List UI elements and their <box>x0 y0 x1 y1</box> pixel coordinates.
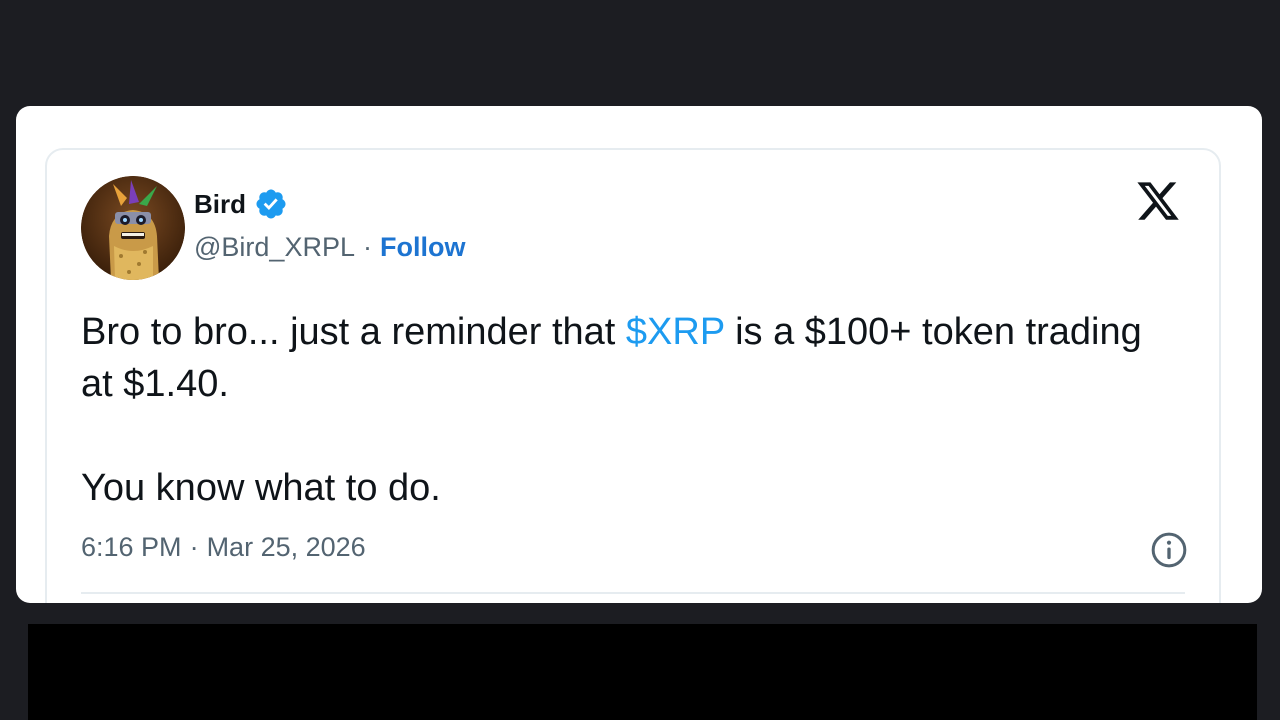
author-display-name[interactable]: Bird <box>194 189 246 220</box>
tweet-time: 6:16 PM <box>81 532 182 562</box>
author-handle-row: @Bird_XRPL · Follow <box>194 232 465 263</box>
embed-card: Bird @Bird_XRPL · Follow Bro to bro... j… <box>16 106 1262 603</box>
tweet-text: Bro to bro... just a reminder that $XRP … <box>81 306 1181 514</box>
tweet-text-line1-prefix: Bro to bro... just a reminder that <box>81 311 626 353</box>
tweet-date: Mar 25, 2026 <box>206 532 366 562</box>
tweet-text-paragraph-2: You know what to do. <box>81 467 441 509</box>
avatar-image <box>81 176 185 280</box>
info-icon[interactable] <box>1149 530 1189 570</box>
tweet-text-paragraph-1: Bro to bro... just a reminder that $XRP … <box>81 306 1181 410</box>
follow-button[interactable]: Follow <box>380 232 465 263</box>
author-name-row: Bird <box>194 186 288 222</box>
divider <box>81 592 1185 594</box>
page: Bird @Bird_XRPL · Follow Bro to bro... j… <box>0 0 1280 720</box>
x-logo-icon[interactable] <box>1135 178 1181 224</box>
tweet-timestamp[interactable]: 6:16 PM · Mar 25, 2026 <box>81 532 366 563</box>
cashtag-link[interactable]: $XRP <box>626 311 725 353</box>
separator-dot: · <box>362 232 372 262</box>
black-band <box>28 624 1257 720</box>
timestamp-separator: · <box>189 532 199 562</box>
avatar[interactable] <box>81 176 185 280</box>
tweet-embed[interactable]: Bird @Bird_XRPL · Follow Bro to bro... j… <box>45 148 1221 603</box>
author-handle[interactable]: @Bird_XRPL <box>194 232 355 263</box>
verified-badge-icon <box>254 187 288 221</box>
